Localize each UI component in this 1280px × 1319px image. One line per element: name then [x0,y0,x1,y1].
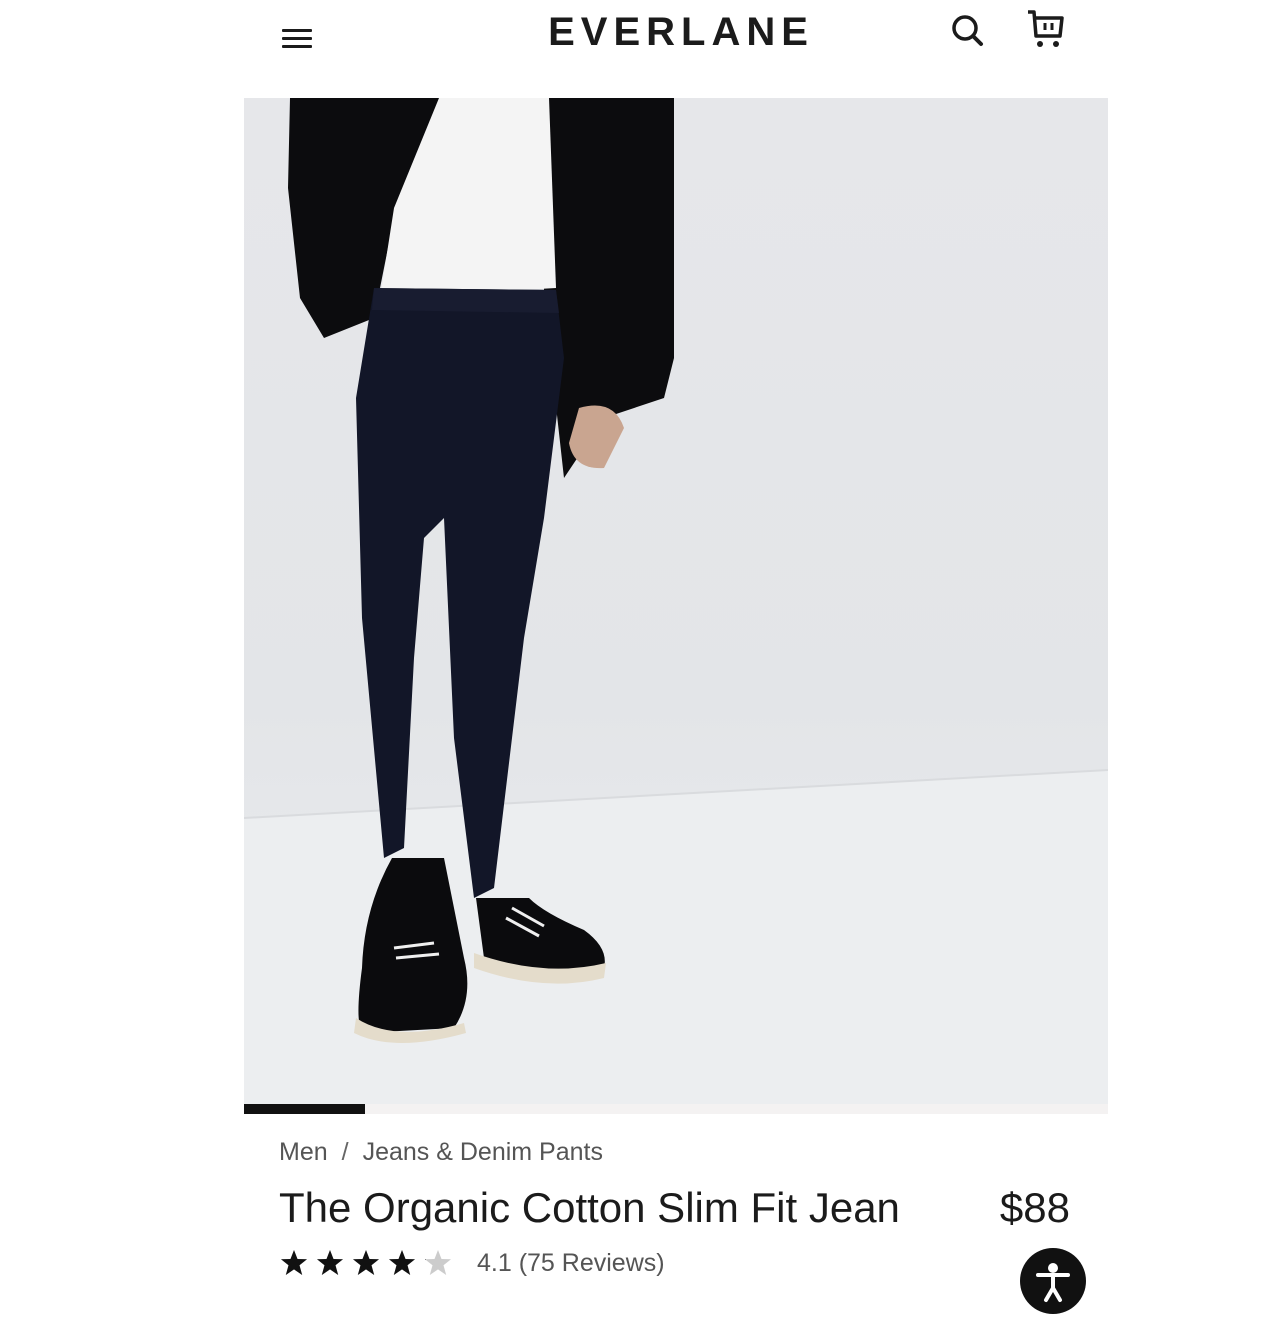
star-icon [353,1250,379,1275]
product-title: The Organic Cotton Slim Fit Jean [279,1184,900,1231]
rating-stars [279,1248,453,1278]
search-icon [952,15,983,46]
star-icon [317,1250,343,1275]
product-image[interactable] [244,98,1108,1114]
breadcrumb-men[interactable]: Men [279,1138,328,1166]
rating-summary[interactable]: 4.1 (75 Reviews) [477,1249,665,1278]
search-button[interactable] [948,10,988,50]
breadcrumb: Men / Jeans & Denim Pants [279,1138,603,1167]
accessibility-button[interactable] [1020,1248,1086,1314]
star-icon [389,1250,415,1275]
brand-logo[interactable]: EVERLANE [0,10,1280,55]
product-rating[interactable]: 4.1 (75 Reviews) [279,1246,665,1280]
cart-icon [1028,10,1064,47]
star-icon [281,1250,307,1275]
product-price: $88 [999,1184,1070,1231]
gallery-progress[interactable] [244,1104,1108,1114]
star-icon [425,1250,451,1275]
gallery-progress-fill [244,1104,365,1114]
breadcrumb-jeans-denim-pants[interactable]: Jeans & Denim Pants [363,1138,603,1166]
cart-button[interactable] [1024,6,1068,50]
product-photo [244,98,1108,1114]
site-header: EVERLANE [0,0,1280,98]
breadcrumb-separator: / [341,1138,349,1166]
accessibility-icon [1036,1263,1070,1302]
